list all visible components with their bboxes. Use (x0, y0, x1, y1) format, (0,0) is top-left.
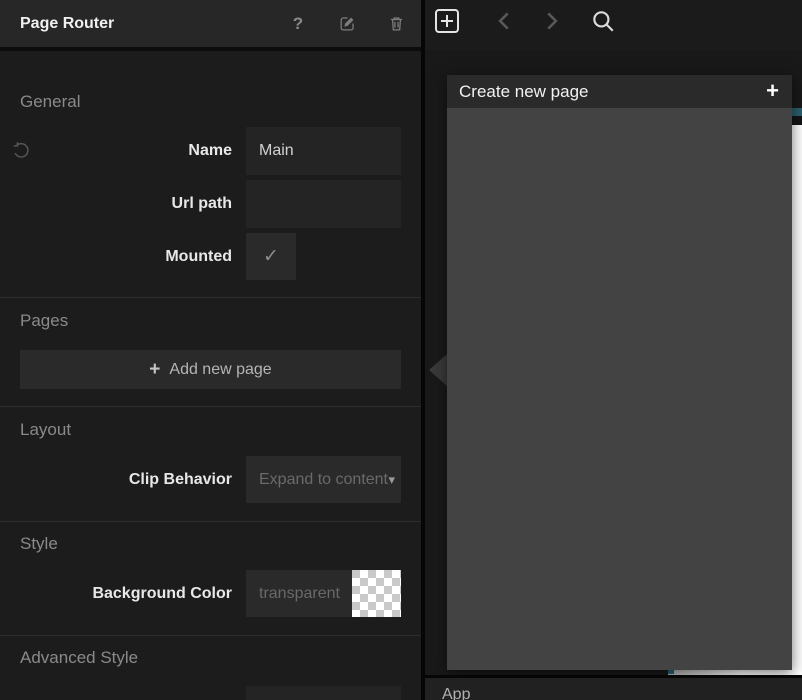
name-label: Name (0, 127, 232, 175)
node-canvas: Create new page + App (425, 0, 802, 700)
section-layout: Layout (20, 420, 71, 440)
clip-behavior-label: Clip Behavior (0, 456, 232, 504)
url-path-input[interactable] (246, 180, 401, 228)
advanced-style-input[interactable] (246, 686, 401, 700)
panel-title: Page Router (20, 0, 114, 47)
section-divider (0, 521, 421, 522)
section-divider (0, 406, 421, 407)
help-icon[interactable]: ? (287, 13, 309, 35)
section-divider (0, 635, 421, 636)
edit-icon[interactable] (336, 13, 358, 35)
url-path-label: Url path (0, 180, 232, 228)
trash-icon[interactable] (385, 13, 407, 35)
add-node-icon[interactable] (433, 7, 461, 35)
popup-title: Create new page (459, 75, 588, 108)
mounted-checkbox[interactable]: ✓ (246, 233, 296, 280)
panel-header-icons: ? (287, 0, 407, 47)
section-style: Style (20, 534, 58, 554)
forward-icon[interactable] (537, 7, 565, 35)
popup-arrow (429, 354, 447, 386)
create-new-page-popup: Create new page + (447, 75, 792, 670)
app-root: Page Router ? General Name Main Url path… (0, 0, 802, 700)
component-bottom-bar: App (425, 678, 802, 700)
clip-behavior-value: Expand to content (259, 471, 388, 488)
plus-icon: + (149, 359, 160, 381)
mounted-label: Mounted (0, 233, 232, 281)
section-pages: Pages (20, 311, 68, 331)
back-icon[interactable] (491, 7, 519, 35)
clip-behavior-select[interactable]: Expand to content ▾ (246, 456, 401, 503)
name-input[interactable]: Main (246, 127, 401, 175)
popup-header: Create new page + (447, 75, 792, 108)
background-color-input[interactable]: transparent (246, 570, 352, 617)
section-advanced-style: Advanced Style (20, 648, 138, 668)
app-component-label[interactable]: App (442, 686, 470, 700)
property-panel: Page Router ? General Name Main Url path… (0, 0, 421, 700)
chevron-down-icon: ▾ (388, 456, 395, 503)
section-divider (0, 297, 421, 298)
add-page-icon[interactable]: + (766, 75, 779, 106)
property-panel-header: Page Router ? (0, 0, 421, 47)
add-new-page-button[interactable]: + Add new page (20, 350, 401, 389)
search-icon[interactable] (589, 7, 617, 35)
add-new-page-label: Add new page (169, 361, 271, 379)
background-color-swatch[interactable] (352, 570, 401, 617)
canvas-toolbar (425, 0, 802, 50)
background-color-label: Background Color (0, 570, 232, 618)
header-separator (0, 47, 421, 51)
section-general: General (20, 92, 80, 112)
check-icon: ✓ (263, 246, 279, 267)
